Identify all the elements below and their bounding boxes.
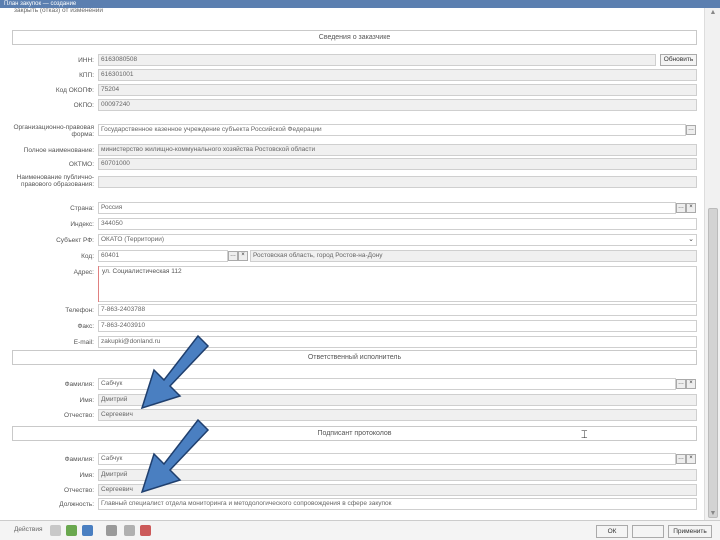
form-area: закрыть (отказ) от изменений Сведения о … bbox=[0, 8, 704, 520]
label-okpo: ОКПО: bbox=[73, 102, 94, 109]
fax-field[interactable]: 7-863-2403910 bbox=[98, 320, 697, 332]
code-clear-button[interactable]: × bbox=[238, 251, 248, 261]
refresh-icon[interactable] bbox=[82, 525, 93, 536]
sign-position-field[interactable]: Главный специалист отдела мониторинга и … bbox=[98, 498, 697, 510]
section-responsible: Ответственный исполнитель bbox=[12, 350, 697, 365]
label-code: Код: bbox=[81, 253, 94, 260]
vertical-scrollbar[interactable]: ▲ ▼ bbox=[704, 8, 720, 520]
print-icon[interactable] bbox=[106, 525, 117, 536]
opf-select-button[interactable]: … bbox=[686, 125, 696, 135]
resp-select-button[interactable]: … bbox=[676, 379, 686, 389]
save-icon[interactable] bbox=[66, 525, 77, 536]
label-country: Страна: bbox=[70, 205, 94, 212]
scroll-up-icon[interactable]: ▲ bbox=[708, 9, 718, 16]
label-kpp: КПП: bbox=[79, 72, 94, 79]
section-signer: Подписант протоколов bbox=[12, 426, 697, 441]
chevron-down-icon[interactable]: ⌄ bbox=[686, 235, 696, 245]
label-resp-middle: Отчество: bbox=[63, 412, 94, 419]
section-org-info: Сведения о заказчике bbox=[12, 30, 697, 45]
annotation-arrow-icon bbox=[140, 334, 210, 410]
sign-clear-button[interactable]: × bbox=[686, 454, 696, 464]
label-fax: Факс: bbox=[77, 323, 94, 330]
country-select-button[interactable]: … bbox=[676, 203, 686, 213]
code-field[interactable]: 60401 bbox=[98, 250, 228, 262]
label-resp-last: Фамилия: bbox=[64, 381, 94, 388]
region-select[interactable]: ОКАТО (Территории) bbox=[98, 234, 697, 246]
update-button[interactable]: Обновить bbox=[660, 54, 697, 66]
phone-field[interactable]: 7-863-2403788 bbox=[98, 304, 697, 316]
okpo-field[interactable]: 00097240 bbox=[98, 99, 697, 111]
delete-icon[interactable] bbox=[140, 525, 151, 536]
scrollbar-thumb[interactable] bbox=[708, 208, 718, 518]
window-titlebar: План закупок — создание bbox=[0, 0, 720, 8]
label-oktmo: ОКТМО: bbox=[68, 161, 94, 168]
label-region: Субъект РФ: bbox=[56, 237, 94, 244]
settlement-field[interactable] bbox=[98, 176, 697, 188]
oktmo-field[interactable]: 60701000 bbox=[98, 158, 697, 170]
sign-select-button[interactable]: … bbox=[676, 454, 686, 464]
actions-menu[interactable]: Действия bbox=[14, 526, 42, 533]
opf-field[interactable]: Государственное казенное учреждение субъ… bbox=[98, 124, 686, 136]
top-line-text: закрыть (отказ) от изменений bbox=[12, 8, 697, 16]
label-settlement: Наименование публично-правового образова… bbox=[16, 174, 94, 188]
label-fullname: Полное наименование: bbox=[23, 147, 94, 154]
label-address: Адрес: bbox=[73, 269, 94, 276]
bottom-toolbar: Действия ОК Применить bbox=[0, 520, 720, 540]
label-okopf: Код ОКОПФ: bbox=[55, 87, 94, 94]
label-phone: Телефон: bbox=[65, 307, 94, 314]
annotation-arrow-icon bbox=[140, 418, 210, 494]
label-index: Индекс: bbox=[70, 221, 94, 228]
label-email: E-mail: bbox=[73, 339, 94, 346]
fullname-field[interactable]: министерство жилищно-коммунального хозяй… bbox=[98, 144, 697, 156]
label-inn: ИНН: bbox=[78, 57, 94, 64]
help-icon[interactable] bbox=[124, 525, 135, 536]
label-resp-first: Имя: bbox=[79, 397, 94, 404]
label-sign-last: Фамилия: bbox=[64, 456, 94, 463]
scroll-down-icon[interactable]: ▼ bbox=[708, 510, 718, 517]
kpp-field[interactable]: 616301001 bbox=[98, 69, 697, 81]
label-sign-position: Должность: bbox=[59, 501, 94, 508]
code-description: Ростовская область, город Ростов-на-Дону bbox=[250, 250, 697, 262]
okopf-field[interactable]: 75204 bbox=[98, 84, 697, 96]
label-sign-middle: Отчество: bbox=[63, 487, 94, 494]
resp-clear-button[interactable]: × bbox=[686, 379, 696, 389]
country-field[interactable]: Россия bbox=[98, 202, 676, 214]
ok-button[interactable]: ОК bbox=[596, 525, 628, 538]
cancel-button[interactable] bbox=[632, 525, 664, 538]
window-title: План закупок — создание bbox=[4, 1, 77, 7]
label-sign-first: Имя: bbox=[79, 472, 94, 479]
address-error-marker bbox=[98, 266, 99, 302]
apply-button[interactable]: Применить bbox=[668, 525, 712, 538]
person-icon[interactable] bbox=[50, 525, 61, 536]
country-clear-button[interactable]: × bbox=[686, 203, 696, 213]
address-textarea[interactable]: ул. Социалистическая 112 bbox=[98, 266, 697, 302]
code-select-button[interactable]: … bbox=[228, 251, 238, 261]
mouse-cursor-icon: ⌶ bbox=[581, 429, 588, 441]
inn-field[interactable]: 6163080508 bbox=[98, 54, 656, 66]
label-opf: Организационно-правовая форма: bbox=[13, 124, 94, 138]
index-field[interactable]: 344050 bbox=[98, 218, 697, 230]
